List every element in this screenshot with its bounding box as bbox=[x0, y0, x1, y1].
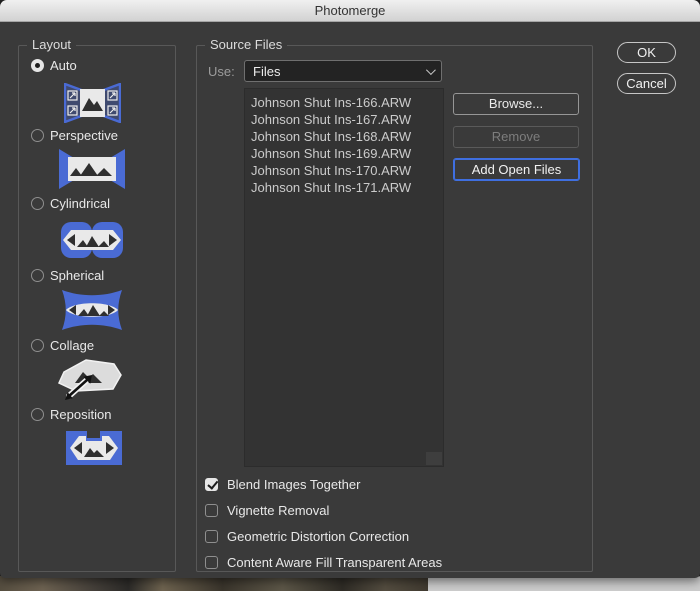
file-list-item[interactable]: Johnson Shut Ins-170.ARW bbox=[251, 162, 443, 179]
photomerge-dialog: Photomerge Layout Auto Perspective Cylin… bbox=[0, 0, 700, 578]
use-dropdown[interactable]: Files bbox=[244, 60, 442, 82]
dialog-title: Photomerge bbox=[314, 3, 386, 18]
perspective-layout-icon bbox=[59, 149, 125, 189]
checkbox-row-vignette-removal[interactable]: Vignette Removal bbox=[205, 502, 329, 518]
ok-button[interactable]: OK bbox=[617, 42, 676, 63]
blend-images-checkbox[interactable] bbox=[205, 477, 218, 491]
cylindrical-layout-icon bbox=[61, 222, 123, 258]
checkbox-label: Blend Images Together bbox=[227, 476, 361, 492]
radio-reposition[interactable] bbox=[31, 408, 44, 421]
layout-group-label: Layout bbox=[27, 37, 77, 52]
photomerge-dialog-screen: Photomerge Layout Auto Perspective Cylin… bbox=[0, 0, 700, 591]
layout-option-auto[interactable]: Auto bbox=[19, 58, 175, 74]
file-list-item[interactable]: Johnson Shut Ins-168.ARW bbox=[251, 128, 443, 145]
source-files-groupbox: Source Files Use: Files Johnson Shut Ins… bbox=[196, 37, 593, 572]
radio-auto[interactable] bbox=[31, 59, 44, 72]
auto-layout-icon bbox=[64, 83, 121, 123]
add-open-files-button[interactable]: Add Open Files bbox=[453, 158, 580, 181]
checkbox-row-geometric-distortion[interactable]: Geometric Distortion Correction bbox=[205, 528, 409, 544]
radio-cylindrical[interactable] bbox=[31, 197, 44, 210]
geometric-distortion-checkbox[interactable] bbox=[205, 529, 218, 543]
radio-spherical[interactable] bbox=[31, 269, 44, 282]
checkbox-label: Geometric Distortion Correction bbox=[227, 528, 410, 544]
layout-option-label: Reposition bbox=[50, 407, 112, 422]
reposition-layout-icon bbox=[66, 431, 122, 465]
collage-layout-icon bbox=[58, 359, 122, 400]
layout-option-spherical[interactable]: Spherical bbox=[19, 268, 175, 284]
layout-option-perspective[interactable]: Perspective bbox=[19, 128, 175, 144]
checkbox-row-content-aware-fill[interactable]: Content Aware Fill Transparent Areas bbox=[205, 554, 442, 570]
cancel-button[interactable]: Cancel bbox=[617, 73, 676, 94]
remove-button[interactable]: Remove bbox=[453, 126, 579, 148]
content-aware-fill-checkbox[interactable] bbox=[205, 555, 218, 569]
layout-option-collage[interactable]: Collage bbox=[19, 338, 175, 354]
file-list-item[interactable]: Johnson Shut Ins-166.ARW bbox=[251, 94, 443, 111]
spherical-layout-icon bbox=[62, 290, 122, 330]
source-file-list[interactable]: Johnson Shut Ins-166.ARW Johnson Shut In… bbox=[244, 88, 444, 467]
layout-option-label: Auto bbox=[50, 58, 77, 73]
vignette-removal-checkbox[interactable] bbox=[205, 503, 218, 517]
dialog-titlebar[interactable]: Photomerge bbox=[0, 0, 700, 22]
checkbox-row-blend-images[interactable]: Blend Images Together bbox=[205, 476, 360, 492]
layout-option-label: Perspective bbox=[50, 128, 118, 143]
layout-option-label: Spherical bbox=[50, 268, 105, 283]
background-photo-canvas bbox=[0, 576, 428, 591]
background-app-panel bbox=[428, 576, 700, 591]
list-scrollbar-corner[interactable] bbox=[426, 452, 442, 465]
layout-option-label: Collage bbox=[50, 338, 95, 353]
layout-option-reposition[interactable]: Reposition bbox=[19, 407, 175, 423]
layout-groupbox: Layout Auto Perspective Cylindrical Sphe… bbox=[18, 37, 176, 572]
file-list-item[interactable]: Johnson Shut Ins-167.ARW bbox=[251, 111, 443, 128]
radio-collage[interactable] bbox=[31, 339, 44, 352]
file-list-item[interactable]: Johnson Shut Ins-171.ARW bbox=[251, 179, 443, 196]
layout-option-cylindrical[interactable]: Cylindrical bbox=[19, 196, 175, 212]
file-list-item[interactable]: Johnson Shut Ins-169.ARW bbox=[251, 145, 443, 162]
checkbox-label: Vignette Removal bbox=[227, 502, 330, 518]
use-dropdown-value: Files bbox=[253, 63, 281, 79]
radio-perspective[interactable] bbox=[31, 129, 44, 142]
use-label: Use: bbox=[208, 64, 235, 79]
checkbox-label: Content Aware Fill Transparent Areas bbox=[227, 554, 443, 570]
chevron-down-icon bbox=[425, 64, 436, 75]
layout-option-label: Cylindrical bbox=[50, 196, 110, 211]
source-files-group-label: Source Files bbox=[205, 37, 288, 52]
browse-button[interactable]: Browse... bbox=[453, 93, 579, 115]
